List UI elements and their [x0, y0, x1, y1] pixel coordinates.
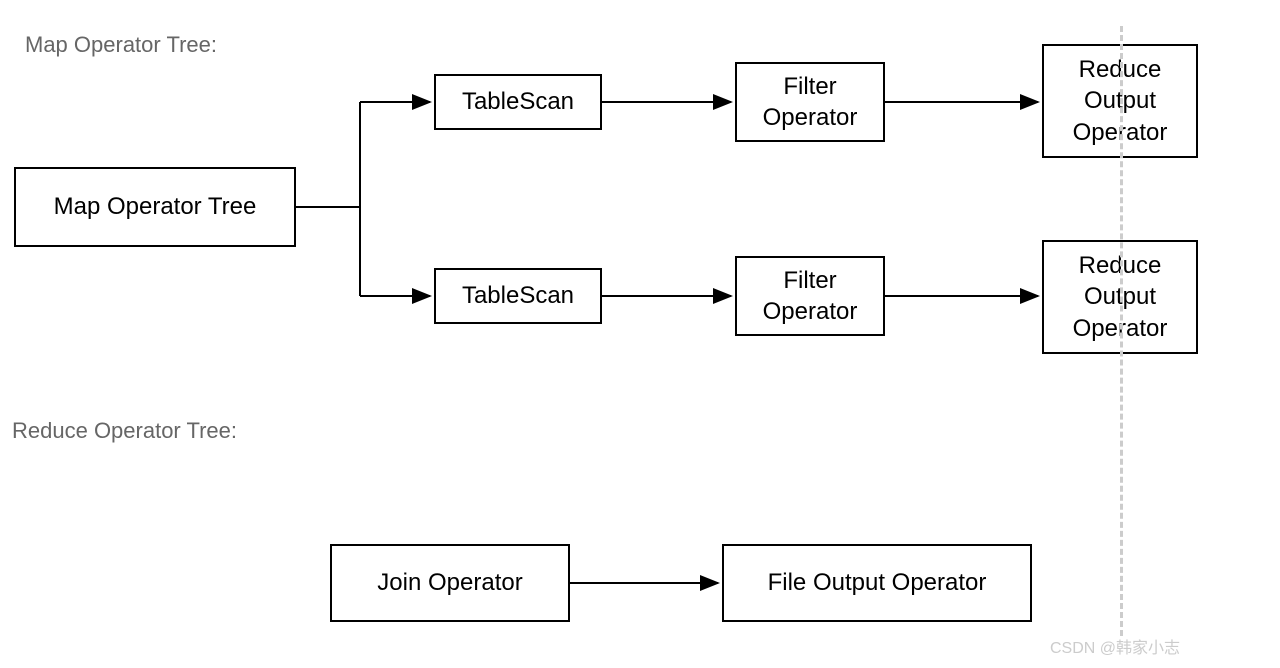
filter2-box: Filter Operator	[735, 256, 885, 336]
tablescan1-text: TableScan	[462, 86, 574, 117]
tablescan1-box: TableScan	[434, 74, 602, 130]
watermark-text: CSDN @韩家小志	[1050, 634, 1180, 658]
filter1-box: Filter Operator	[735, 62, 885, 142]
file-output-box: File Output Operator	[722, 544, 1032, 622]
filter1-text: Filter Operator	[745, 71, 875, 133]
join-operator-box: Join Operator	[330, 544, 570, 622]
dashed-divider	[1120, 26, 1123, 636]
file-output-text: File Output Operator	[768, 567, 987, 598]
tablescan2-box: TableScan	[434, 268, 602, 324]
map-operator-tree-text: Map Operator Tree	[54, 191, 257, 222]
reduce-tree-label: Reduce Operator Tree:	[12, 418, 237, 444]
join-operator-text: Join Operator	[377, 567, 522, 598]
map-tree-label: Map Operator Tree:	[25, 32, 217, 58]
tablescan2-text: TableScan	[462, 280, 574, 311]
map-operator-tree-box: Map Operator Tree	[14, 167, 296, 247]
filter2-text: Filter Operator	[745, 265, 875, 327]
